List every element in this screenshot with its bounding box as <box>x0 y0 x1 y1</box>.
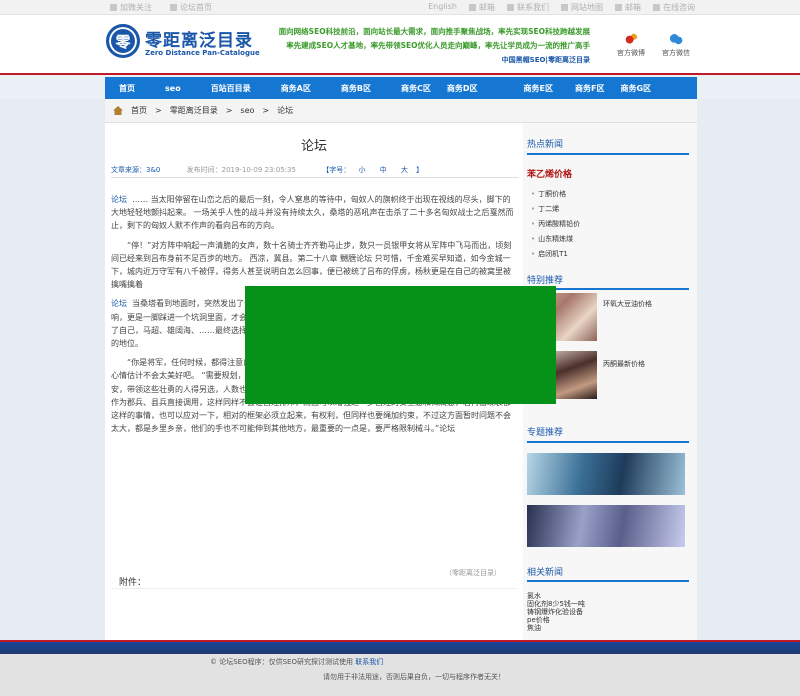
font-small-button[interactable]: 小 <box>358 166 365 174</box>
wechat-small-icon <box>110 4 117 11</box>
ad-overlay[interactable] <box>245 286 556 404</box>
article-title: 论坛 <box>300 139 327 154</box>
logo-subtitle: Zero Distance Pan-Catalogue <box>145 49 260 57</box>
list-item[interactable]: 丙烯酸精铅价 <box>531 217 580 232</box>
nav-area-a[interactable]: 商务A区 <box>281 83 311 94</box>
list-item[interactable]: 山东精炼煤 <box>531 232 580 247</box>
source-note: （零距离泛目录） <box>445 569 501 577</box>
wechat-icon <box>669 33 683 45</box>
hot-news-list: 丁酮价格 丁二烯 丙烯酸精铅价 山东精炼煤 启闭机T1 <box>531 187 580 262</box>
home-small-icon <box>170 4 177 11</box>
breadcrumb-separator: > <box>155 106 162 115</box>
weibo-icon <box>624 33 638 45</box>
nav-area-g[interactable]: 商务G区 <box>620 83 651 94</box>
sitemap-small-icon <box>561 4 568 11</box>
mail-small-icon <box>615 4 622 11</box>
breadcrumb-separator: > <box>225 106 233 115</box>
meta-divider <box>111 177 519 178</box>
logo-icon[interactable]: 零 <box>106 24 140 58</box>
hot-news-title[interactable]: 苯乙烯价格 <box>527 167 572 180</box>
nav-area-f[interactable]: 商务F区 <box>575 83 604 94</box>
nav-area-d[interactable]: 商务D区 <box>447 83 478 94</box>
weibo-label: 官方微博 <box>617 49 645 57</box>
recommend-title[interactable]: 环氧大豆油价格 <box>603 299 652 309</box>
footer-copyright: © 论坛SEO程序：仅供SEO研究探讨测试使用 联系我们 <box>210 657 383 667</box>
special-banner-1[interactable] <box>527 453 685 495</box>
list-item[interactable]: 丁二烯 <box>531 202 580 217</box>
breadcrumb-site[interactable]: 零距离泛目录 <box>170 105 218 116</box>
logo-title[interactable]: 零距离泛目录 <box>145 26 253 51</box>
footer-contact-link[interactable]: 联系我们 <box>355 658 383 666</box>
breadcrumb-seo[interactable]: seo <box>240 106 254 115</box>
list-item[interactable]: 固化剂8少5钱一吨 <box>527 600 585 608</box>
list-item[interactable]: 启闭机T1 <box>531 247 580 262</box>
consult-link[interactable]: 在线咨询 <box>653 2 695 13</box>
home-icon <box>113 106 123 115</box>
paragraph-text: …… 当太阳停留在山峦之后的最后一刻，令人窒息的等待中，匈奴人的旗帜终于出现在视… <box>111 195 514 231</box>
nav-area-c[interactable]: 商务C区 <box>401 83 431 94</box>
slogan-line: 面向网络SEO科技前沿，面向站长最大需求，面向推手聚焦战场，率先实现SEO科技跨… <box>278 27 590 36</box>
slogan-tag: 中国黑帽SEO|零距离泛目录 <box>501 56 590 64</box>
sitemap-link[interactable]: 网站地图 <box>561 2 603 13</box>
article-time: 发布时间：2019-10-09 23:05:35 <box>186 166 296 174</box>
nav-area-e[interactable]: 商务E区 <box>524 83 553 94</box>
list-item[interactable]: pe价格 <box>527 616 585 624</box>
keyword-link[interactable]: 论坛 <box>111 299 127 308</box>
nav-area-b[interactable]: 商务B区 <box>341 83 371 94</box>
mail-small-icon <box>469 4 476 11</box>
footer-text: © 论坛SEO程序：仅供SEO研究探讨测试使用 <box>210 658 353 666</box>
footer-disclaimer: 请勿用于非法用途，否则后果自负，一切与程序作者无关！ <box>323 673 505 681</box>
font-big-button[interactable]: 大 <box>401 166 408 174</box>
list-item[interactable]: 焦油 <box>527 624 585 632</box>
special-banner-2[interactable] <box>527 505 685 547</box>
site-footer: © 论坛SEO程序：仅供SEO研究探讨测试使用 联系我们 请勿用于非法用途，否则… <box>0 654 800 696</box>
font-size-label-end: 】 <box>416 166 424 174</box>
breadcrumb-home[interactable]: 首页 <box>131 105 147 116</box>
heading-underline <box>527 441 689 443</box>
recommend-heading: 特别推荐 <box>527 276 564 286</box>
list-item[interactable]: 丁酮价格 <box>531 187 580 202</box>
list-item[interactable]: 铸钢爆炸化验设备 <box>527 608 585 616</box>
main-nav: 首页 seo 百站百目录 商务A区 商务B区 商务C区 商务D区 商务E区 商务… <box>0 75 800 99</box>
follow-wechat-link[interactable]: 加微关注 <box>110 2 152 13</box>
wechat-label: 官方微信 <box>662 49 690 57</box>
paragraph: 论坛 …… 当太阳停留在山峦之后的最后一刻，令人窒息的等待中，匈奴人的旗帜终于出… <box>111 193 517 233</box>
footer-stripe <box>0 640 800 654</box>
heading-underline <box>527 580 689 582</box>
wechat-button[interactable]: 官方微信 <box>656 33 696 58</box>
weibo-button[interactable]: 官方微博 <box>611 33 651 58</box>
english-link[interactable]: English <box>428 2 457 13</box>
forum-home-link[interactable]: 论坛首页 <box>170 2 212 13</box>
top-bar: 加微关注 论坛首页 English 邮箱 联系我们 网站地图 邮箱 在线咨询 <box>0 0 800 15</box>
nav-seo[interactable]: seo <box>165 84 181 93</box>
special-heading: 专题推荐 <box>527 428 564 438</box>
contact-link[interactable]: 联系我们 <box>507 2 549 13</box>
font-mid-button[interactable]: 中 <box>380 166 387 174</box>
breadcrumb: 首页 > 零距离泛目录 > seo > 论坛 <box>105 99 697 123</box>
hot-news-heading: 热点新闻 <box>527 140 564 150</box>
mail-link-2[interactable]: 邮箱 <box>615 2 641 13</box>
article-meta: 文章来源：3&0 发布时间：2019-10-09 23:05:35 【字号： 小… <box>111 165 521 175</box>
related-heading: 相关新闻 <box>527 568 564 578</box>
attachment-divider <box>111 588 517 589</box>
slogan-line: 率先建成SEO人才基地，率先带领SEO优化人员走向巅峰，率先让学员成为一流的推广… <box>286 41 590 50</box>
nav-baizhan[interactable]: 百站百目录 <box>211 83 251 94</box>
heading-underline <box>527 153 689 155</box>
site-header: 零 零距离泛目录 Zero Distance Pan-Catalogue 面向网… <box>0 15 800 73</box>
contact-small-icon <box>507 4 514 11</box>
paragraph: “停！”对方阵中响起一声清脆的女声，数十名骑士齐齐勒马止步，数只一员银甲女将从军… <box>111 240 512 290</box>
keyword-link[interactable]: 论坛 <box>111 195 127 204</box>
recommend-title[interactable]: 丙酮最新价格 <box>603 359 645 369</box>
mail-link[interactable]: 邮箱 <box>469 2 495 13</box>
article-source: 文章来源：3&0 <box>111 166 161 174</box>
related-list: 氯水 固化剂8少5钱一吨 铸钢爆炸化验设备 pe价格 焦油 <box>527 592 585 632</box>
breadcrumb-current: 论坛 <box>277 106 294 115</box>
list-item[interactable]: 氯水 <box>527 592 585 600</box>
nav-home[interactable]: 首页 <box>119 83 135 94</box>
breadcrumb-separator: > <box>262 106 270 115</box>
attachment-label: 附件： <box>119 578 147 588</box>
slogans: 面向网络SEO科技前沿，面向站长最大需求，面向推手聚焦战场，率先实现SEO科技跨… <box>279 25 590 67</box>
chat-small-icon <box>653 4 660 11</box>
font-size-label: 【字号： <box>322 166 351 174</box>
